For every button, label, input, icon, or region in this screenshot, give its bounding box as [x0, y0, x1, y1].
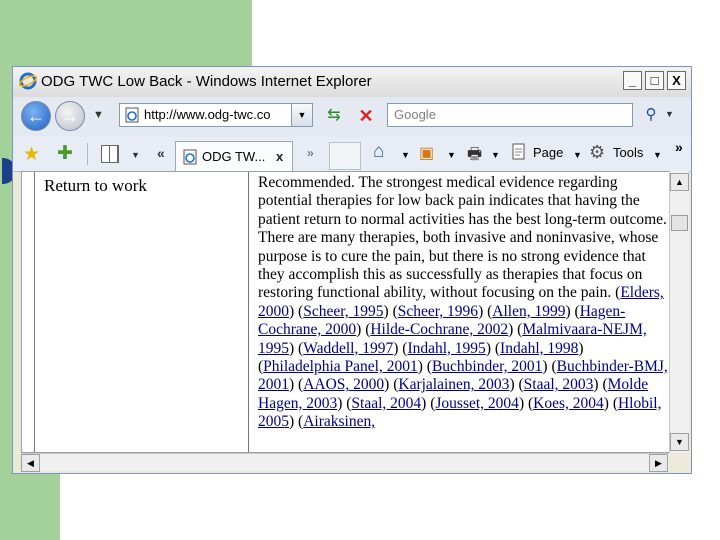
citation-link[interactable]: Scheer, 1995	[303, 303, 383, 320]
citation-link[interactable]: Staal, 2003	[524, 376, 594, 393]
back-button[interactable]: ←	[21, 101, 51, 131]
table-border-left	[34, 172, 35, 452]
citation-link[interactable]: Indahl, 1995	[407, 340, 485, 357]
forward-button[interactable]: →	[55, 101, 85, 131]
citation-link[interactable]: Koes, 2004	[533, 395, 604, 412]
internet-explorer-icon	[19, 72, 37, 90]
refresh-button[interactable]: ⇆	[323, 106, 345, 126]
title-bar: ODG TWC Low Back - Windows Internet Expl…	[13, 67, 691, 98]
citation-list: (Elders, 2000) (Scheer, 1995) (Scheer, 1…	[258, 284, 668, 431]
recommendation-intro: Recommended. The strongest medical evide…	[258, 174, 667, 302]
refresh-icon: ⇆	[327, 107, 341, 124]
feeds-dropdown[interactable]: ▼	[447, 150, 456, 160]
browser-window: ODG TWC Low Back - Windows Internet Expl…	[12, 66, 692, 474]
citation-link[interactable]: Scheer, 1996	[398, 303, 478, 320]
page-content: Return to work Recommended. The stronges…	[21, 171, 681, 453]
window-title: ODG TWC Low Back - Windows Internet Expl…	[41, 73, 372, 90]
address-dropdown-button[interactable]: ▼	[291, 104, 312, 126]
tab-list-dropdown[interactable]: ▼	[131, 150, 140, 160]
minimize-button[interactable]: _	[623, 71, 642, 90]
home-dropdown[interactable]: ▼	[401, 150, 410, 160]
citation-link[interactable]: AAOS, 2000	[303, 376, 384, 393]
citation-link[interactable]: Philadelphia Panel, 2001	[263, 358, 418, 375]
page-menu-button[interactable]: Page	[533, 145, 563, 160]
citation-link[interactable]: Staal, 2004	[351, 395, 421, 412]
maximize-button[interactable]: □	[645, 71, 664, 90]
navigation-bar: ← → ▼ http://www.odg-twc.co ▼ ⇆ ✕ Google…	[13, 97, 691, 137]
citation-link[interactable]: Buchbinder, 2001	[432, 358, 542, 375]
address-bar[interactable]: http://www.odg-twc.co ▼	[119, 103, 313, 127]
address-url[interactable]: http://www.odg-twc.co	[144, 107, 290, 122]
stop-button[interactable]: ✕	[355, 106, 377, 126]
magnifier-icon: ⚲	[645, 106, 657, 123]
tools-menu-button[interactable]: Tools	[613, 145, 643, 160]
row-heading: Return to work	[44, 176, 147, 195]
scroll-up-button[interactable]: ▲	[670, 173, 689, 191]
search-placeholder: Google	[394, 107, 436, 122]
page-menu-icon[interactable]	[511, 143, 527, 161]
search-input[interactable]: Google	[387, 103, 633, 127]
recent-pages-dropdown[interactable]: ▼	[93, 109, 104, 121]
gear-icon[interactable]: ⚙	[589, 142, 605, 163]
recommendation-text: Recommended. The strongest medical evide…	[258, 174, 668, 432]
scroll-right-button[interactable]: ▶	[649, 454, 668, 472]
home-icon[interactable]: ⌂	[373, 141, 384, 163]
scrollbar-corner	[669, 453, 689, 471]
new-tab-button[interactable]	[329, 142, 361, 170]
tab-label: ODG TW...	[202, 149, 266, 164]
feeds-icon[interactable]: ▣	[419, 143, 434, 163]
forward-arrow-icon: →	[61, 106, 79, 126]
toolbar-divider	[87, 143, 88, 165]
horizontal-scrollbar[interactable]: ◀ ▶	[21, 453, 669, 472]
citation-link[interactable]: Jousset, 2004	[435, 395, 519, 412]
command-bar: ★ ✚ ▼ « ODG TW... x » ⌂ ▼ ▣ ▼ 🖶 ▼ Page ▼	[13, 137, 691, 172]
tab-close-icon[interactable]: x	[276, 149, 283, 164]
search-options-dropdown[interactable]: ▼	[665, 109, 674, 119]
citation-link[interactable]: Airaksinen,	[303, 413, 375, 430]
scroll-down-button[interactable]: ▼	[670, 433, 689, 451]
tab-odg-twc[interactable]: ODG TW... x	[175, 141, 293, 171]
print-icon[interactable]: 🖶	[467, 143, 482, 170]
table-border-middle	[248, 172, 249, 452]
slide-background-top-panel	[60, 0, 252, 66]
more-commands-chevron-icon[interactable]: »	[675, 139, 683, 155]
citation-link[interactable]: Waddell, 1997	[303, 340, 393, 357]
citation-link[interactable]: Hilde-Cochrane, 2002	[370, 321, 508, 338]
citation-link[interactable]: Indahl, 1998	[500, 340, 578, 357]
tools-dropdown[interactable]: ▼	[653, 150, 662, 160]
quick-tabs-icon[interactable]	[101, 145, 119, 163]
vertical-scrollbar[interactable]: ▲ ▼	[669, 171, 689, 453]
scroll-left-button[interactable]: ◀	[21, 454, 40, 472]
page-icon	[125, 107, 139, 123]
close-button[interactable]: X	[667, 71, 686, 90]
page-dropdown[interactable]: ▼	[573, 150, 582, 160]
stop-icon: ✕	[358, 106, 374, 126]
print-dropdown[interactable]: ▼	[491, 150, 500, 160]
scroll-thumb[interactable]	[671, 215, 688, 231]
tab-scroll-right-button[interactable]: »	[307, 146, 314, 160]
tab-scroll-left-button[interactable]: «	[157, 145, 165, 161]
citation-link[interactable]: Allen, 1999	[492, 303, 565, 320]
search-button[interactable]: ⚲	[639, 105, 663, 125]
page-icon	[183, 149, 197, 165]
back-arrow-icon: ←	[27, 106, 45, 126]
favorites-star-icon[interactable]: ★	[23, 143, 40, 166]
add-favorite-icon[interactable]: ✚	[57, 142, 73, 165]
citation-link[interactable]: Karjalainen, 2003	[398, 376, 509, 393]
